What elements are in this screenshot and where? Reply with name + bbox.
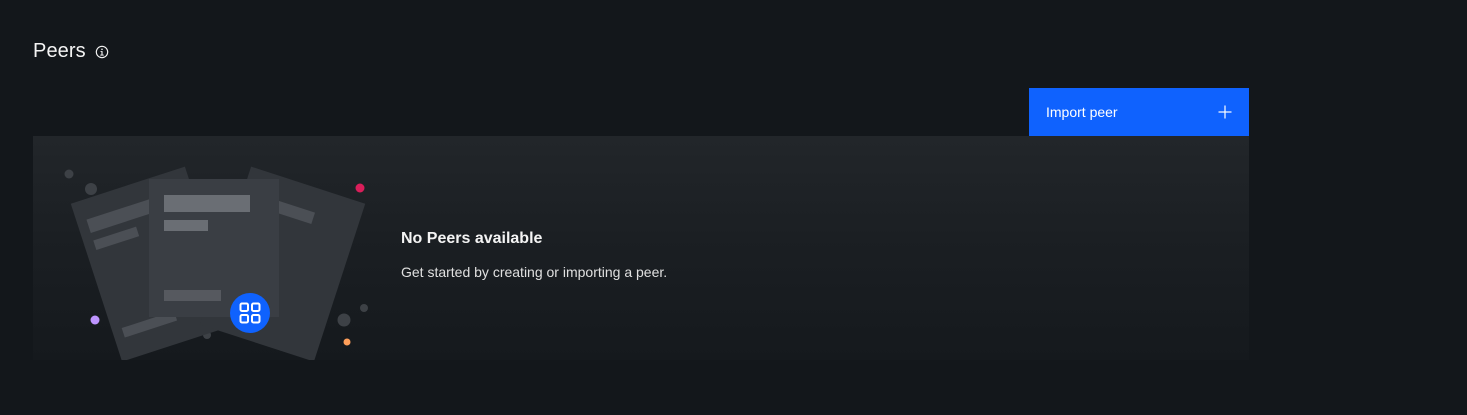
plus-icon [1218, 105, 1232, 119]
empty-state-title: No Peers available [401, 230, 543, 247]
peers-empty-state: No Peers available Get started by creati… [33, 136, 1249, 360]
empty-peers-illustration [64, 166, 368, 360]
section-header: Peers [33, 40, 109, 63]
import-peer-button[interactable]: Import peer [1029, 88, 1249, 136]
grid-icon [230, 293, 270, 333]
empty-state-description: Get started by creating or importing a p… [401, 264, 668, 280]
info-icon[interactable] [95, 45, 109, 59]
section-title: Peers [33, 40, 86, 62]
truncated-header-fragment [70, 0, 130, 4]
import-peer-label: Import peer [1046, 104, 1118, 120]
empty-state-text: No Peers available Get started by creati… [401, 230, 667, 280]
